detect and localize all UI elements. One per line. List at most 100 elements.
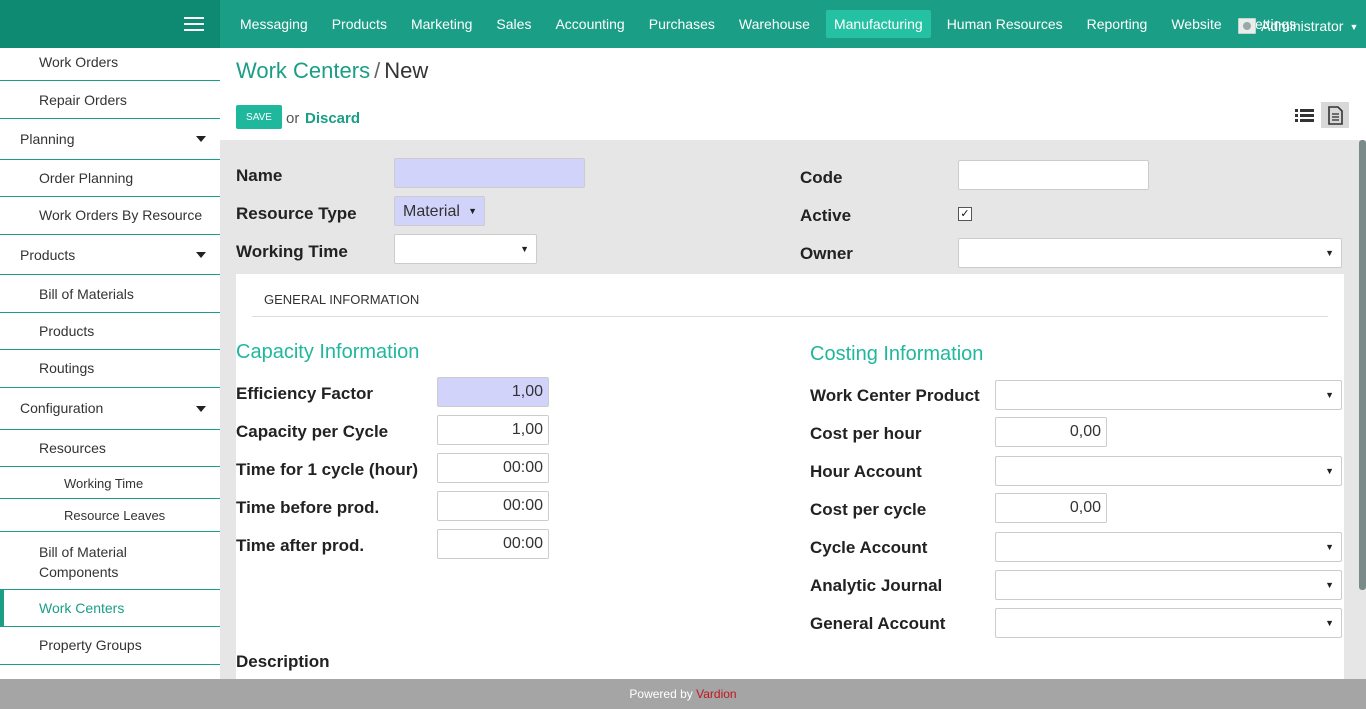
name-input[interactable] [394,158,585,188]
resource-type-select[interactable]: Material ▼ [394,196,485,226]
sidebar-item-planning[interactable]: Planning [0,119,220,160]
sidebar-item-products-group[interactable]: Products [0,235,220,275]
sidebar-item-resource-leaves[interactable]: Resource Leaves [0,499,220,532]
name-label: Name [236,166,283,185]
hamburger-menu-icon[interactable] [184,17,204,33]
cycle-account-select[interactable]: ▼ [995,532,1342,562]
resource-type-label: Resource Type [236,204,357,223]
breadcrumb-current: New [384,58,429,83]
sidebar-item-order-planning[interactable]: Order Planning [0,160,220,197]
menu-human-resources[interactable]: Human Resources [939,10,1071,38]
caret-down-icon: ▼ [1349,22,1359,32]
sidebar-item-label: Order Planning [39,170,134,186]
sidebar-item-label: Work Centers [39,600,125,616]
caret-down-icon: ▼ [1325,618,1334,628]
user-menu[interactable]: Administrator ▼ [1238,0,1358,48]
hour-account-select[interactable]: ▼ [995,456,1342,486]
sidebar-item-routings[interactable]: Routings [0,350,220,388]
analytic-journal-select[interactable]: ▼ [995,570,1342,600]
menu-sales[interactable]: Sales [488,10,539,38]
menu-accounting[interactable]: Accounting [547,10,632,38]
menu-website[interactable]: Website [1163,10,1229,38]
discard-link[interactable]: Discard [305,110,360,127]
avatar [1238,18,1256,34]
description-label: Description [236,652,330,671]
general-account-select[interactable]: ▼ [995,608,1342,638]
menu-purchases[interactable]: Purchases [641,10,723,38]
general-account-label: General Account [810,614,946,633]
caret-down-icon: ▼ [1325,542,1334,552]
sidebar-item-resources[interactable]: Resources [0,430,220,467]
capacity-per-cycle-label: Capacity per Cycle [236,422,389,441]
caret-down-icon: ▼ [1325,466,1334,476]
or-text: or [286,110,300,127]
menu-messaging[interactable]: Messaging [232,10,316,38]
code-input[interactable] [958,160,1149,190]
code-label: Code [800,168,843,187]
time-cycle-label: Time for 1 cycle (hour) [236,460,419,479]
analytic-journal-label: Analytic Journal [810,576,943,595]
main-menu: Messaging Products Marketing Sales Accou… [232,0,1312,48]
breadcrumb-parent[interactable]: Work Centers [236,58,370,83]
breadcrumb: Work Centers / New [236,58,428,84]
caret-down-icon: ▼ [1325,390,1334,400]
sidebar-item-label: Resource Leaves [64,508,166,523]
cost-per-hour-input[interactable]: 0,00 [995,417,1107,447]
caret-down-icon [196,405,206,412]
menu-products[interactable]: Products [324,10,395,38]
working-time-label: Working Time [236,242,348,261]
sidebar-item-label: Bill of Material Components [39,544,127,580]
working-time-select[interactable]: ▼ [394,234,537,264]
work-center-product-select[interactable]: ▼ [995,380,1342,410]
resource-type-value: Material [403,203,460,220]
tab-general-information[interactable]: GENERAL INFORMATION [252,290,434,317]
sidebar-item-label: Configuration [20,400,104,416]
sidebar-item-label: Bill of Materials [39,286,134,302]
footer: Powered by Vardion [0,679,1366,709]
sidebar-item-label: Products [20,247,76,263]
sidebar-item-label: Repair Orders [39,92,127,108]
sidebar-item-configuration[interactable]: Configuration [0,388,220,430]
sidebar-item-label: Resources [39,440,106,456]
cost-per-cycle-label: Cost per cycle [810,500,927,519]
sidebar-item-label: Working Time [64,476,144,491]
sidebar-item-work-orders-by-resource[interactable]: Work Orders By Resource [0,197,220,235]
sidebar-item-bom-components[interactable]: Bill of Material Components [0,532,220,590]
menu-reporting[interactable]: Reporting [1079,10,1156,38]
powered-by-text: Powered by [629,687,693,701]
sidebar-item-label: Work Orders By Resource [39,207,203,223]
sidebar-item-work-centers[interactable]: Work Centers [0,590,220,627]
sidebar-item-repair-orders[interactable]: Repair Orders [0,81,220,119]
menu-warehouse[interactable]: Warehouse [731,10,818,38]
tab-divider [252,316,1328,317]
sidebar-item-property-groups[interactable]: Property Groups [0,627,220,665]
capacity-per-cycle-input[interactable]: 1,00 [437,415,549,445]
caret-down-icon: ▼ [1325,248,1334,258]
time-before-prod-input[interactable]: 00:00 [437,491,549,521]
save-button[interactable]: SAVE [236,105,282,129]
scrollbar[interactable] [1359,140,1366,590]
sidebar-item-work-orders[interactable]: Work Orders [0,48,220,81]
owner-select[interactable]: ▼ [958,238,1342,268]
time-cycle-input[interactable]: 00:00 [437,453,549,483]
menu-marketing[interactable]: Marketing [403,10,480,38]
efficiency-factor-input[interactable]: 1,00 [437,377,549,407]
cost-per-cycle-input[interactable]: 0,00 [995,493,1107,523]
sidebar-item-label: Property Groups [39,637,142,653]
costing-section-title: Costing Information [810,343,984,365]
sidebar-item-products[interactable]: Products [0,313,220,350]
footer-brand-link[interactable]: Vardion [696,687,736,701]
active-checkbox[interactable]: ✓ [958,207,972,221]
time-after-prod-label: Time after prod. [236,536,365,555]
sidebar-item-working-time[interactable]: Working Time [0,467,220,499]
menu-manufacturing[interactable]: Manufacturing [825,10,931,38]
efficiency-factor-label: Efficiency Factor [236,384,373,403]
caret-down-icon: ▼ [468,206,477,216]
sidebar-item-bill-of-materials[interactable]: Bill of Materials [0,275,220,313]
list-view-icon[interactable] [1293,103,1317,127]
time-after-prod-input[interactable]: 00:00 [437,529,549,559]
breadcrumb-separator: / [374,58,381,83]
sidebar-item-label: Planning [20,131,75,147]
form-view-icon[interactable] [1321,102,1349,128]
sidebar-item-label: Work Orders [39,54,119,70]
